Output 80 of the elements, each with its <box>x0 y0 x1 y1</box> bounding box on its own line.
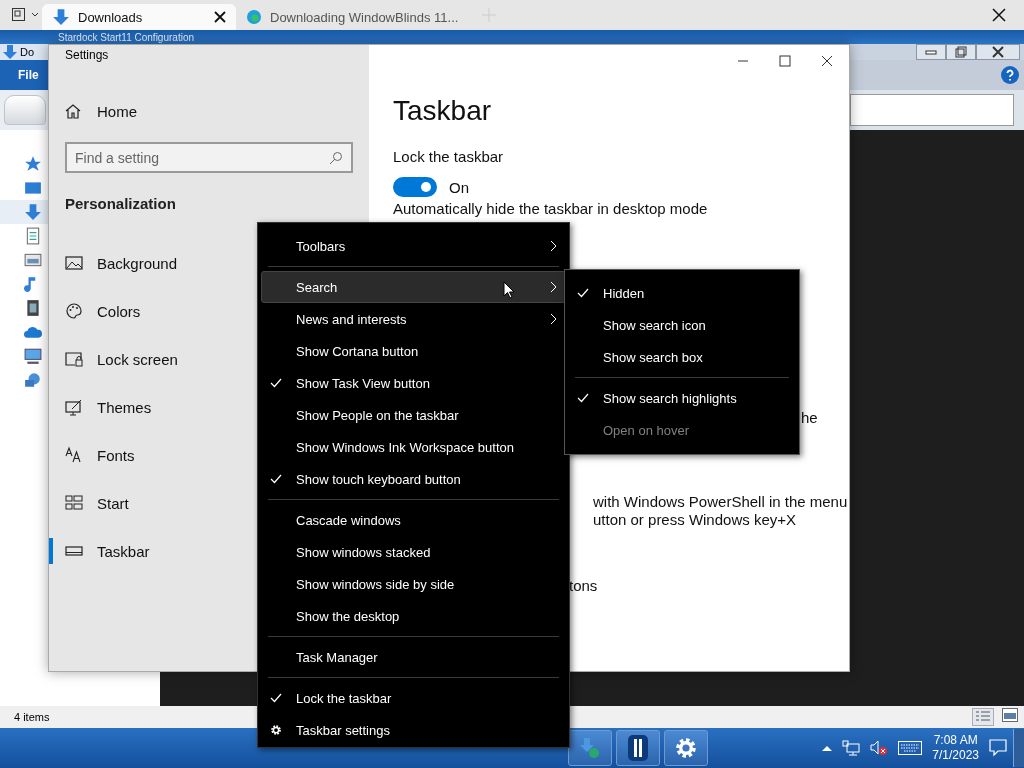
minimize-button[interactable] <box>916 44 946 60</box>
toggle-state: On <box>449 178 469 196</box>
search-icon <box>329 151 343 165</box>
menu-item[interactable]: Show People on the taskbar <box>261 399 566 431</box>
search-field[interactable]: Find a setting <box>65 142 353 173</box>
menu-item[interactable]: Show search highlights <box>568 382 796 414</box>
chevron-icon <box>550 240 557 252</box>
file-tab[interactable]: File <box>0 68 46 82</box>
menu-item[interactable]: Show touch keyboard button <box>261 463 566 495</box>
clock[interactable]: 7:08 AM 7/1/2023 <box>932 733 979 763</box>
show-hidden-icons-icon[interactable] <box>822 745 833 751</box>
show-desktop-button[interactable] <box>1013 729 1024 767</box>
menu-item[interactable]: Show Task View button <box>261 367 566 399</box>
palette-icon <box>65 302 83 320</box>
address-text: Do <box>20 46 35 58</box>
document-icon[interactable] <box>24 227 42 245</box>
setting-label: Automatically hide the taskbar in desktop mode <box>393 199 708 219</box>
keyboard-icon[interactable] <box>898 741 923 755</box>
taskbar-button[interactable] <box>616 730 660 766</box>
font-icon <box>65 446 83 464</box>
menu-item[interactable]: Toolbars <box>261 230 566 262</box>
help-icon[interactable] <box>1000 65 1020 85</box>
taskbar-button[interactable] <box>664 730 708 766</box>
status-text: 4 items <box>14 711 50 723</box>
setting-text: utton or press Windows key+X <box>593 510 796 530</box>
computer-icon[interactable] <box>24 347 42 365</box>
download-icon <box>52 8 70 26</box>
star-icon[interactable] <box>24 155 42 173</box>
menu-item[interactable]: Lock the taskbar <box>261 682 566 714</box>
download-icon <box>2 44 18 60</box>
browser-tab[interactable]: Downloads <box>42 4 236 30</box>
picture-icon <box>65 254 83 272</box>
close-button[interactable] <box>976 44 1020 60</box>
window-title: Settings <box>65 47 109 64</box>
browser-tab[interactable]: Downloading WindowBlinds 11... <box>236 4 469 30</box>
menu-item[interactable]: Show Cortana button <box>261 335 566 367</box>
menu-item[interactable]: Show Windows Ink Workspace button <box>261 431 566 463</box>
home-link[interactable]: Home <box>65 91 137 131</box>
menu-item[interactable]: Show search icon <box>568 309 796 341</box>
menu-item[interactable]: Show the desktop <box>261 600 566 632</box>
section-heading: Personalization <box>65 194 177 214</box>
notification-icon[interactable] <box>989 739 1007 757</box>
download-icon[interactable] <box>24 203 42 221</box>
gear-icon <box>270 724 282 736</box>
address-field[interactable] <box>850 94 1014 126</box>
close-icon <box>992 46 1004 58</box>
toggle-switch[interactable] <box>393 177 437 197</box>
chevron-icon <box>550 281 557 293</box>
setting-text: he <box>801 408 818 428</box>
setting-text: with Windows PowerShell in the menu <box>593 492 848 512</box>
gear-icon <box>674 736 698 760</box>
close-icon[interactable] <box>821 55 833 67</box>
menu-item[interactable]: Show search box <box>568 341 796 373</box>
menu-item[interactable]: Search <box>261 271 566 303</box>
large-icons-view-icon[interactable] <box>1002 708 1018 722</box>
volume-muted-icon[interactable] <box>870 740 889 756</box>
taskbar-button[interactable] <box>568 730 612 766</box>
app-icon <box>626 734 650 762</box>
menu-item[interactable]: Taskbar settings <box>261 714 566 746</box>
menu-item[interactable]: Hidden <box>568 277 796 309</box>
minimize-icon <box>925 49 937 55</box>
picture-icon[interactable] <box>24 251 42 269</box>
lock-screen-icon <box>65 350 83 368</box>
download-icon <box>578 736 602 760</box>
brush-monitor-icon <box>65 398 83 416</box>
restore-icon <box>955 46 967 58</box>
setting-text: tons <box>569 576 598 596</box>
page-title: Taskbar <box>393 94 492 128</box>
close-icon[interactable] <box>214 11 226 23</box>
maximize-icon[interactable] <box>779 55 791 67</box>
home-icon <box>65 103 81 119</box>
window-title: Stardock Start11 Configuration <box>58 31 194 43</box>
setting-label: Lock the taskbar <box>393 147 504 167</box>
cursor-icon <box>503 281 515 299</box>
tiles-icon <box>65 494 83 512</box>
close-icon[interactable] <box>992 8 1006 22</box>
menu-item[interactable]: Task Manager <box>261 641 566 673</box>
chevron-icon <box>550 313 557 325</box>
restore-button[interactable] <box>946 44 976 60</box>
browser-icon <box>246 9 262 25</box>
